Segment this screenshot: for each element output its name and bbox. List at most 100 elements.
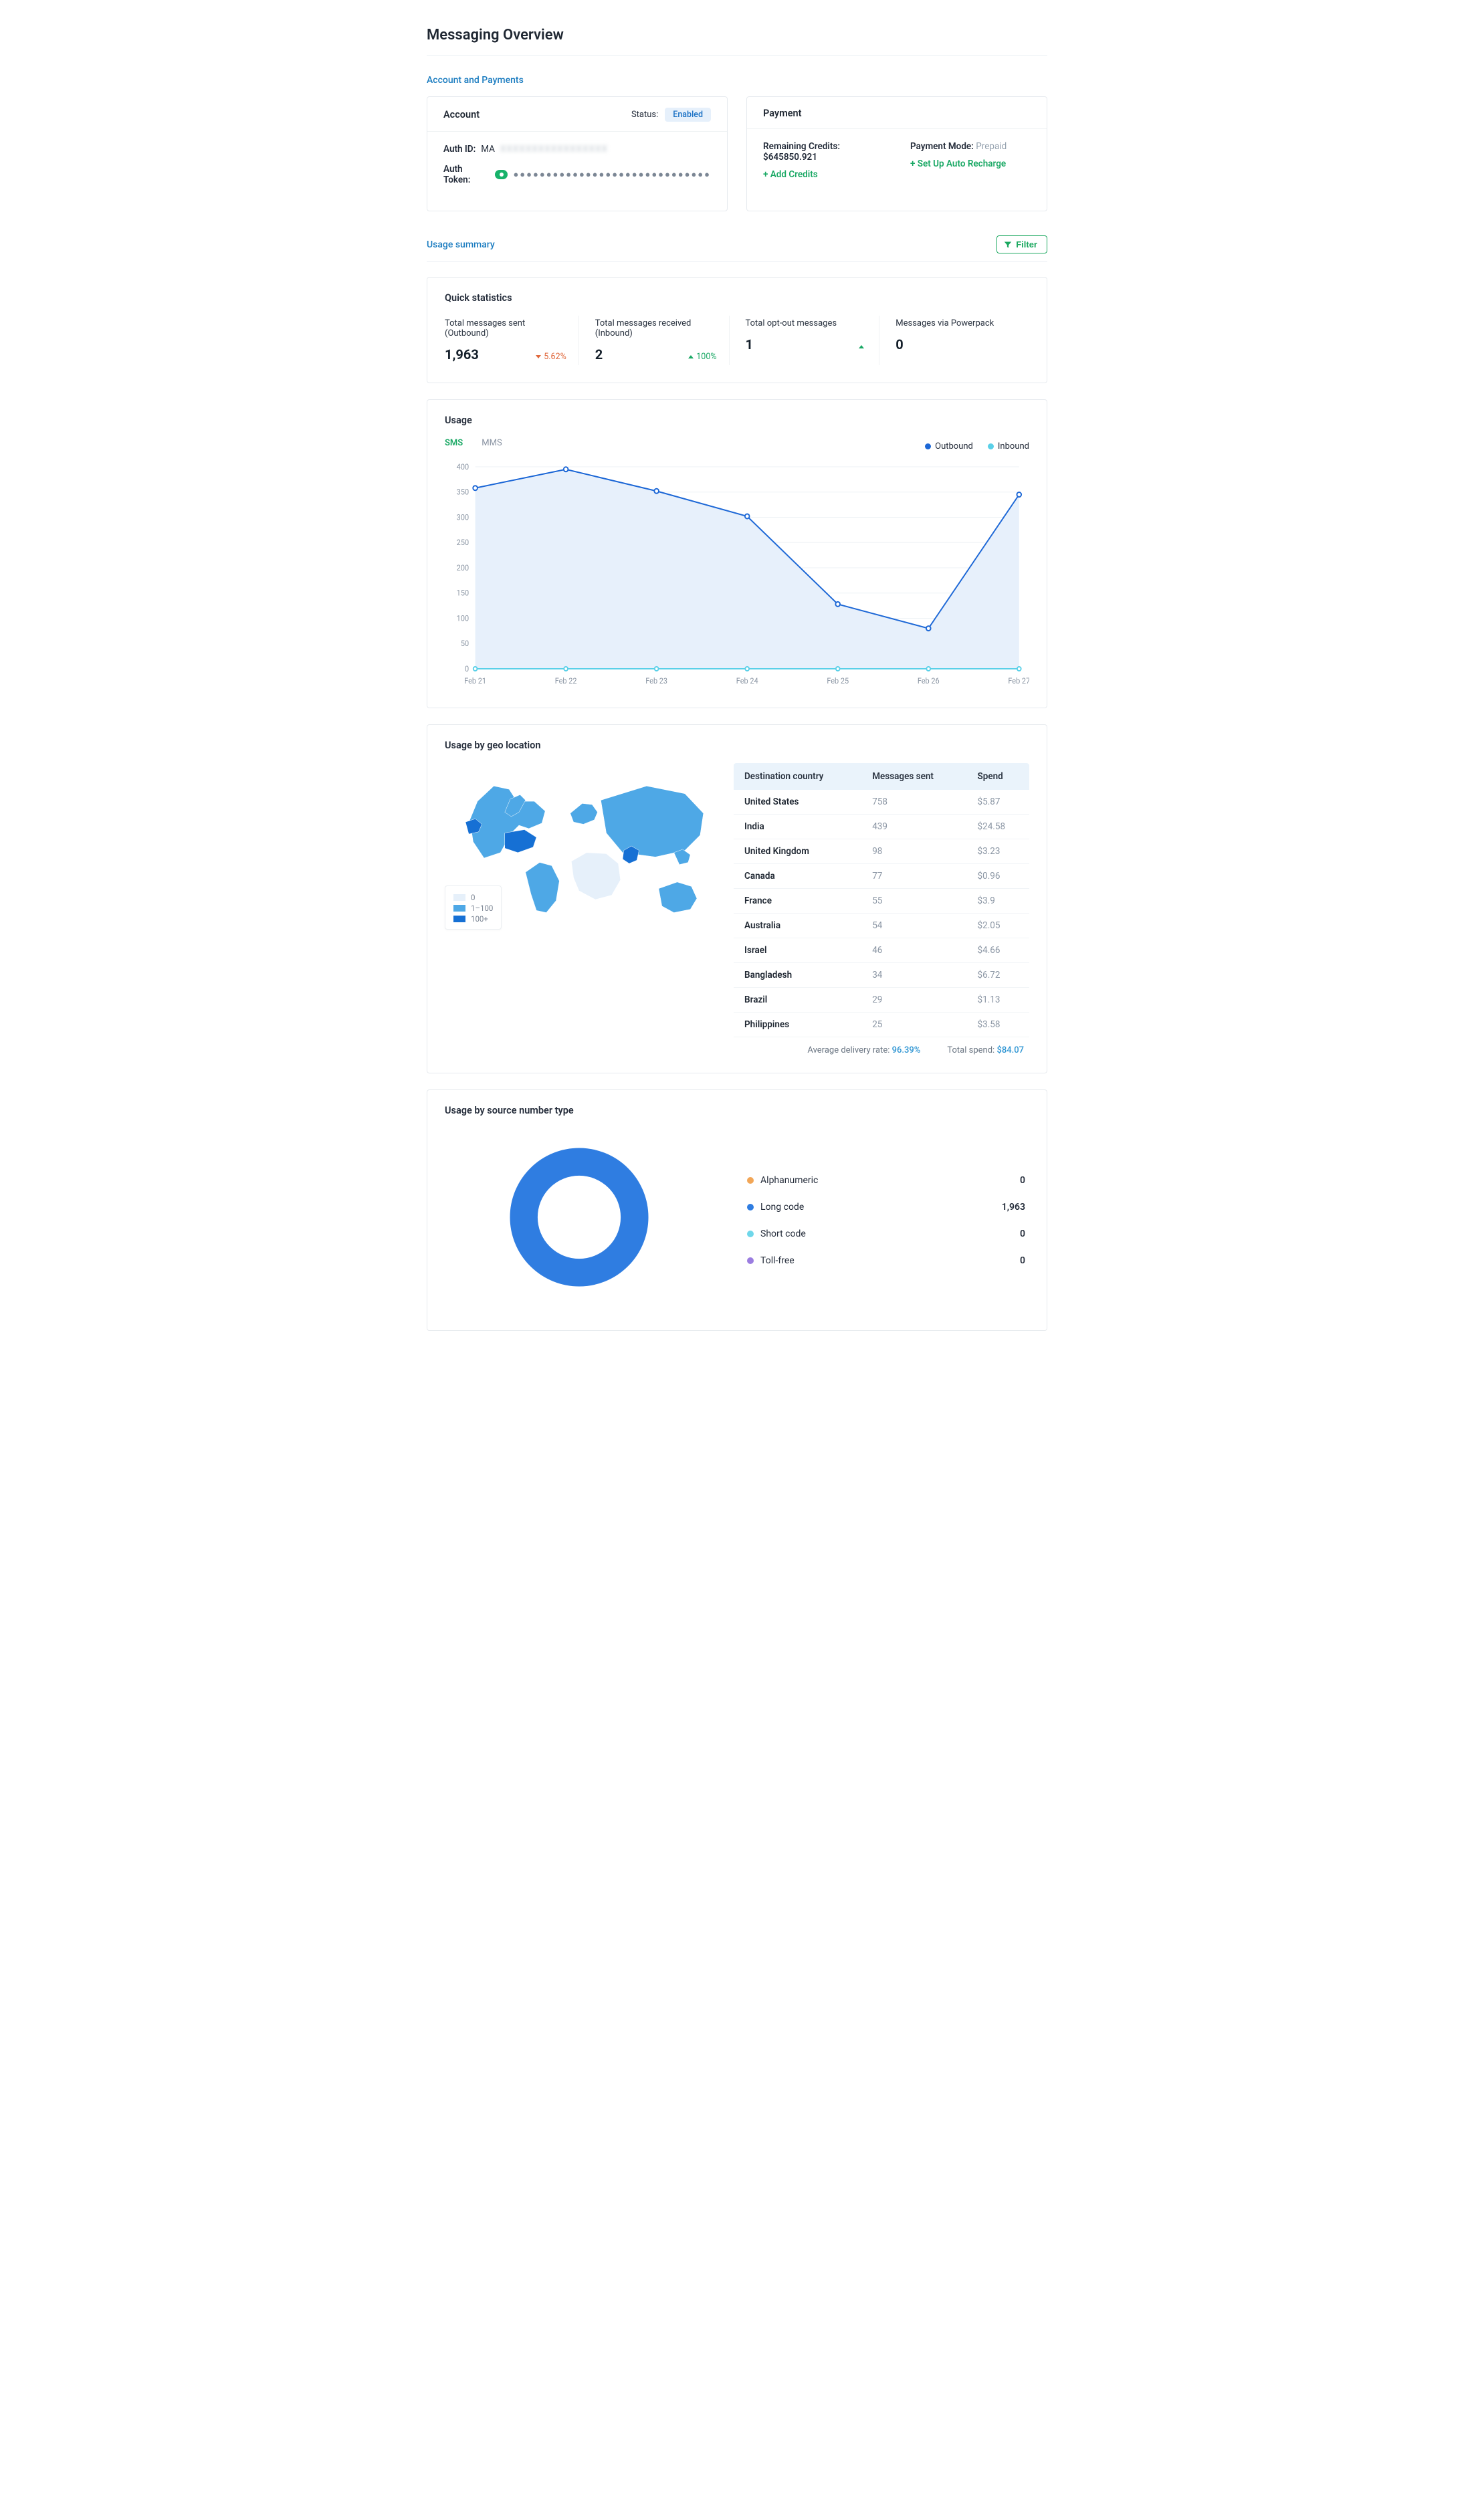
- svg-text:250: 250: [457, 538, 469, 547]
- payment-card: Payment Remaining Credits: $645850.921 +…: [746, 96, 1047, 211]
- table-row[interactable]: United States 758 $5.87: [734, 790, 1029, 815]
- usage-line-chart: 050100150200250300350400Feb 21Feb 22Feb …: [445, 460, 1029, 688]
- eye-icon[interactable]: [495, 170, 508, 179]
- donut-legend-item: Alphanumeric 0: [743, 1167, 1029, 1194]
- donut-legend-label: Long code: [760, 1202, 804, 1213]
- add-credits-link[interactable]: + Add Credits: [763, 169, 818, 180]
- stat-value: 0: [896, 336, 903, 352]
- filter-button[interactable]: Filter: [996, 235, 1047, 253]
- geo-col-country[interactable]: Destination country: [734, 763, 861, 790]
- donut-legend-item: Short code 0: [743, 1221, 1029, 1247]
- cell-country: Canada: [734, 864, 861, 889]
- caret-up-icon: [688, 355, 694, 358]
- cell-spend: $5.87: [967, 790, 1029, 815]
- cell-spend: $4.66: [967, 938, 1029, 963]
- cell-sent: 55: [861, 889, 966, 914]
- cell-sent: 758: [861, 790, 966, 815]
- table-row[interactable]: Brazil 29 $1.13: [734, 988, 1029, 1013]
- geo-card-title: Usage by geo location: [445, 740, 1029, 751]
- stat-item: Total messages sent (Outbound) 1,963 5.6…: [445, 316, 579, 365]
- table-row[interactable]: India 439 $24.58: [734, 815, 1029, 839]
- cell-sent: 439: [861, 815, 966, 839]
- donut-legend-label: Toll-free: [760, 1255, 795, 1266]
- total-spend-label: Total spend:: [947, 1045, 994, 1055]
- cell-sent: 77: [861, 864, 966, 889]
- svg-text:150: 150: [457, 589, 469, 597]
- cell-country: France: [734, 889, 861, 914]
- donut-legend-value: 1,963: [1002, 1202, 1025, 1213]
- cell-spend: $1.13: [967, 988, 1029, 1013]
- donut-dot-icon: [747, 1257, 754, 1264]
- donut-dot-icon: [747, 1177, 754, 1184]
- table-row[interactable]: Australia 54 $2.05: [734, 914, 1029, 938]
- cell-country: Israel: [734, 938, 861, 963]
- section-account-payments: Account and Payments: [427, 75, 1047, 86]
- auto-recharge-link[interactable]: + Set Up Auto Recharge: [910, 159, 1006, 169]
- quick-stats-title: Quick statistics: [445, 292, 1029, 304]
- cell-country: United States: [734, 790, 861, 815]
- caret-up-icon: [859, 345, 864, 348]
- cell-country: Bangladesh: [734, 963, 861, 988]
- stat-value: 1: [746, 336, 753, 352]
- stat-value: 1,963: [445, 346, 479, 362]
- cell-sent: 29: [861, 988, 966, 1013]
- tab-mms[interactable]: MMS: [482, 438, 502, 451]
- svg-text:Feb 21: Feb 21: [464, 677, 486, 686]
- svg-text:200: 200: [457, 564, 469, 572]
- donut-card: Usage by source number type Alphanumeric…: [427, 1089, 1047, 1331]
- legend-label-0: 0: [471, 893, 475, 902]
- cell-country: Brazil: [734, 988, 861, 1013]
- stat-delta: [859, 342, 867, 352]
- stat-label: Total messages received (Inbound): [595, 318, 717, 338]
- quick-stats-card: Quick statistics Total messages sent (Ou…: [427, 277, 1047, 383]
- svg-text:Feb 23: Feb 23: [645, 677, 667, 686]
- auth-token-label: Auth Token:: [443, 164, 490, 185]
- svg-text:350: 350: [457, 488, 469, 496]
- geo-col-sent[interactable]: Messages sent: [861, 763, 966, 790]
- geo-col-spend[interactable]: Spend: [967, 763, 1029, 790]
- tab-sms[interactable]: SMS: [445, 438, 463, 451]
- legend-dot-icon: [925, 443, 931, 449]
- table-row[interactable]: United Kingdom 98 $3.23: [734, 839, 1029, 864]
- legend-item: Outbound: [925, 441, 973, 451]
- cell-spend: $3.9: [967, 889, 1029, 914]
- cell-spend: $6.72: [967, 963, 1029, 988]
- table-row[interactable]: Bangladesh 34 $6.72: [734, 963, 1029, 988]
- donut-legend-label: Short code: [760, 1229, 806, 1239]
- remaining-credits-label: Remaining Credits:: [763, 141, 840, 152]
- cell-country: India: [734, 815, 861, 839]
- map-legend: 0 1–100 100+: [445, 885, 502, 930]
- svg-text:300: 300: [457, 513, 469, 522]
- legend-dot-icon: [988, 443, 994, 449]
- usage-card: Usage SMSMMS OutboundInbound 05010015020…: [427, 399, 1047, 708]
- svg-text:0: 0: [465, 665, 469, 673]
- svg-text:Feb 24: Feb 24: [736, 677, 758, 686]
- page-title: Messaging Overview: [427, 27, 1047, 43]
- table-row[interactable]: Canada 77 $0.96: [734, 864, 1029, 889]
- geo-card: Usage by geo location: [427, 724, 1047, 1073]
- stat-item: Total messages received (Inbound) 2 100%: [579, 316, 730, 365]
- cell-spend: $2.05: [967, 914, 1029, 938]
- avg-delivery-value: 96.39%: [892, 1045, 921, 1055]
- stat-item: Messages via Powerpack 0: [879, 316, 1029, 365]
- table-row[interactable]: Philippines 25 $3.58: [734, 1013, 1029, 1037]
- cell-country: Philippines: [734, 1013, 861, 1037]
- table-row[interactable]: France 55 $3.9: [734, 889, 1029, 914]
- filter-label: Filter: [1016, 239, 1037, 249]
- cell-spend: $0.96: [967, 864, 1029, 889]
- table-row[interactable]: Israel 46 $4.66: [734, 938, 1029, 963]
- svg-text:50: 50: [461, 639, 469, 648]
- legend-swatch-0: [453, 894, 465, 901]
- cell-sent: 54: [861, 914, 966, 938]
- cell-country: Australia: [734, 914, 861, 938]
- status-label: Status:: [631, 110, 658, 120]
- divider: [427, 261, 1047, 262]
- donut-dot-icon: [747, 1204, 754, 1211]
- stat-label: Messages via Powerpack: [896, 318, 1017, 328]
- legend-item: Inbound: [988, 441, 1029, 451]
- filter-icon: [1004, 241, 1012, 249]
- svg-text:400: 400: [457, 463, 469, 471]
- total-spend-value: $84.07: [996, 1045, 1024, 1055]
- stat-item: Total opt-out messages 1: [730, 316, 880, 365]
- donut-chart: [502, 1140, 656, 1294]
